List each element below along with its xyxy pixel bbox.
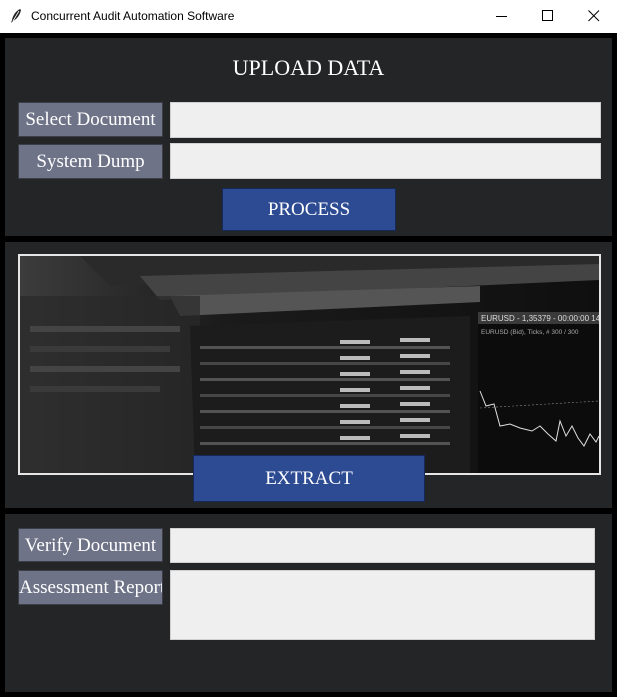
close-button[interactable]	[571, 0, 617, 33]
assessment-report-label: Assessment Report	[18, 570, 163, 605]
upload-heading: UPLOAD DATA	[232, 55, 385, 80]
window-title: Concurrent Audit Automation Software	[31, 9, 235, 23]
extract-button[interactable]: EXTRACT	[193, 455, 425, 502]
tk-feather-icon	[8, 8, 24, 24]
assessment-report-field[interactable]	[170, 570, 595, 640]
window-title-bar[interactable]: Concurrent Audit Automation Software	[0, 0, 617, 33]
minimize-icon	[496, 16, 507, 17]
verify-document-label: Verify Document	[18, 528, 163, 562]
verify-document-field[interactable]	[170, 528, 595, 563]
close-icon	[588, 10, 600, 22]
trading-screen-illustration: EURUSD - 1,35379 - 00:00:00 14 g EURUSD …	[20, 256, 599, 473]
trading-screen-image: EURUSD - 1,35379 - 00:00:00 14 g EURUSD …	[18, 254, 601, 475]
select-document-label: Select Document	[18, 102, 163, 137]
maximize-icon	[542, 10, 553, 21]
system-dump-label: System Dump	[18, 144, 163, 179]
process-button[interactable]: PROCESS	[222, 188, 396, 231]
chart-subheader-text: EURUSD (Bid), Ticks, # 300 / 300	[481, 329, 579, 336]
select-document-field[interactable]	[170, 102, 601, 138]
minimize-button[interactable]	[479, 0, 525, 33]
chart-header-text: EURUSD - 1,35379 - 00:00:00 14 g	[481, 314, 599, 323]
maximize-button[interactable]	[525, 0, 571, 33]
system-dump-field[interactable]	[170, 143, 601, 179]
